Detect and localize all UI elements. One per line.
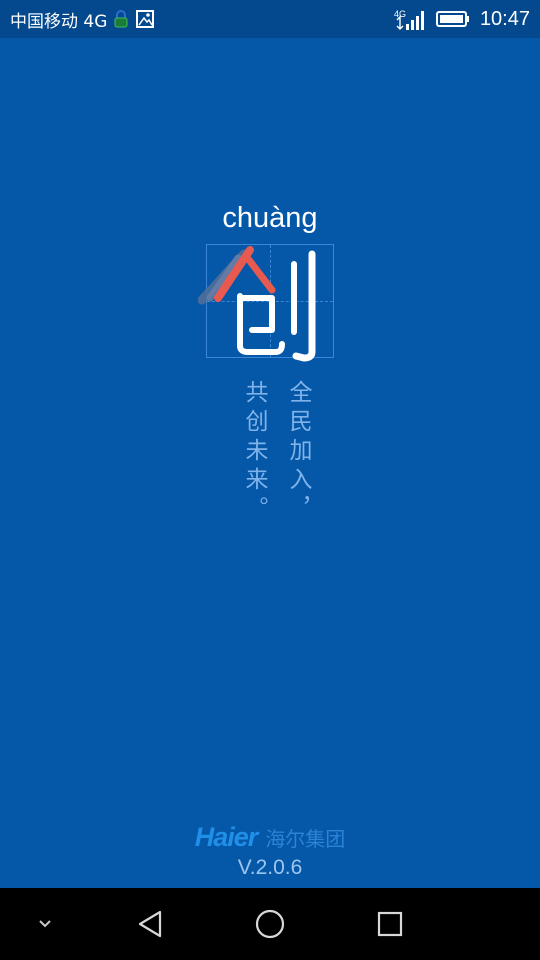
splash-screen: 中国移动 4G 4G 10:47 chuàng 创 全民加入， 共创未来。 Ha… xyxy=(0,0,540,960)
hide-keyboard-button[interactable] xyxy=(20,888,70,960)
back-icon xyxy=(138,910,162,938)
carrier-label: 中国移动 4G xyxy=(10,11,108,32)
battery-icon xyxy=(435,10,470,28)
recent-apps-icon xyxy=(377,911,403,937)
navigation-bar xyxy=(0,888,540,960)
group-name: 海尔集团 xyxy=(265,827,346,851)
home-button[interactable] xyxy=(240,888,300,960)
character-glyph: 创 xyxy=(198,236,316,362)
slogan-column-2: 共创未来。 xyxy=(241,380,267,525)
slogan-column-1: 全民加入， xyxy=(285,380,311,525)
slogan: 全民加入， 共创未来。 xyxy=(232,380,320,530)
clock: 10:47 xyxy=(479,7,530,30)
status-bar-left: 中国移动 4G xyxy=(10,7,155,32)
pinyin-label: chuàng xyxy=(222,202,318,234)
lock-icon xyxy=(113,9,129,29)
back-button[interactable] xyxy=(120,888,180,960)
brand: Haier 海尔集团 xyxy=(0,822,540,853)
recent-apps-button[interactable] xyxy=(360,888,420,960)
image-icon xyxy=(135,9,155,29)
chevron-down-icon xyxy=(39,920,51,928)
version-label: V.2.0.6 xyxy=(237,856,303,879)
signal-icon: 4G xyxy=(394,7,426,31)
character-text: 创 xyxy=(198,236,199,237)
status-bar-right: 4G 10:47 xyxy=(394,7,530,31)
haier-logo: Haier xyxy=(194,822,259,852)
status-bar: 中国移动 4G 4G 10:47 xyxy=(0,0,540,38)
home-icon xyxy=(255,909,285,939)
